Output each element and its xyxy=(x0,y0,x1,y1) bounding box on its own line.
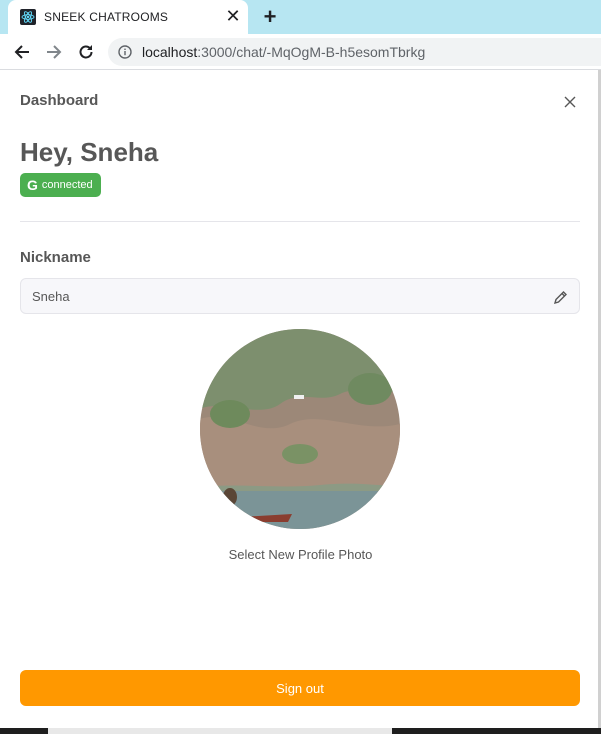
back-arrow-icon[interactable] xyxy=(10,40,34,64)
close-icon[interactable] xyxy=(561,93,579,111)
url-text: localhost:3000/chat/-MqOgM-B-h5esomTbrkg xyxy=(142,44,425,60)
dashboard-drawer: Dashboard Hey, Sneha G connected Nicknam… xyxy=(0,70,601,734)
pencil-icon[interactable] xyxy=(551,288,569,306)
profile-avatar[interactable] xyxy=(200,329,400,529)
react-favicon-icon xyxy=(20,9,36,25)
forward-arrow-icon[interactable] xyxy=(42,40,66,64)
connected-status-badge: G connected xyxy=(20,173,101,197)
nickname-label: Nickname xyxy=(20,249,91,266)
info-icon[interactable] xyxy=(118,45,132,64)
browser-tab[interactable]: SNEEK CHATROOMS ✕ xyxy=(8,0,248,34)
google-icon: G xyxy=(27,177,38,193)
divider xyxy=(20,221,580,222)
reload-icon[interactable] xyxy=(74,40,98,64)
taskbar-strip xyxy=(0,728,601,734)
browser-tab-strip: SNEEK CHATROOMS ✕ + xyxy=(0,0,601,34)
url-path: :3000/chat/-MqOgM-B-h5esomTbrkg xyxy=(197,44,426,60)
taskbar-segment xyxy=(48,728,392,734)
address-bar[interactable]: localhost:3000/chat/-MqOgM-B-h5esomTbrkg xyxy=(108,38,601,66)
greeting-heading: Hey, Sneha xyxy=(20,137,159,167)
nickname-value[interactable]: Sneha xyxy=(32,289,70,304)
nickname-field[interactable]: Sneha xyxy=(20,278,580,314)
new-tab-button[interactable]: + xyxy=(258,5,282,29)
profile-photo xyxy=(200,329,400,529)
select-profile-photo-label[interactable]: Select New Profile Photo xyxy=(0,547,601,562)
drawer-title: Dashboard xyxy=(20,92,99,109)
sign-out-button[interactable]: Sign out xyxy=(20,670,580,706)
url-host: localhost xyxy=(142,44,198,60)
tab-close-icon[interactable]: ✕ xyxy=(223,6,243,26)
tab-title: SNEEK CHATROOMS xyxy=(44,10,169,24)
browser-toolbar: localhost:3000/chat/-MqOgM-B-h5esomTbrkg xyxy=(0,34,601,70)
badge-label: connected xyxy=(41,179,93,191)
